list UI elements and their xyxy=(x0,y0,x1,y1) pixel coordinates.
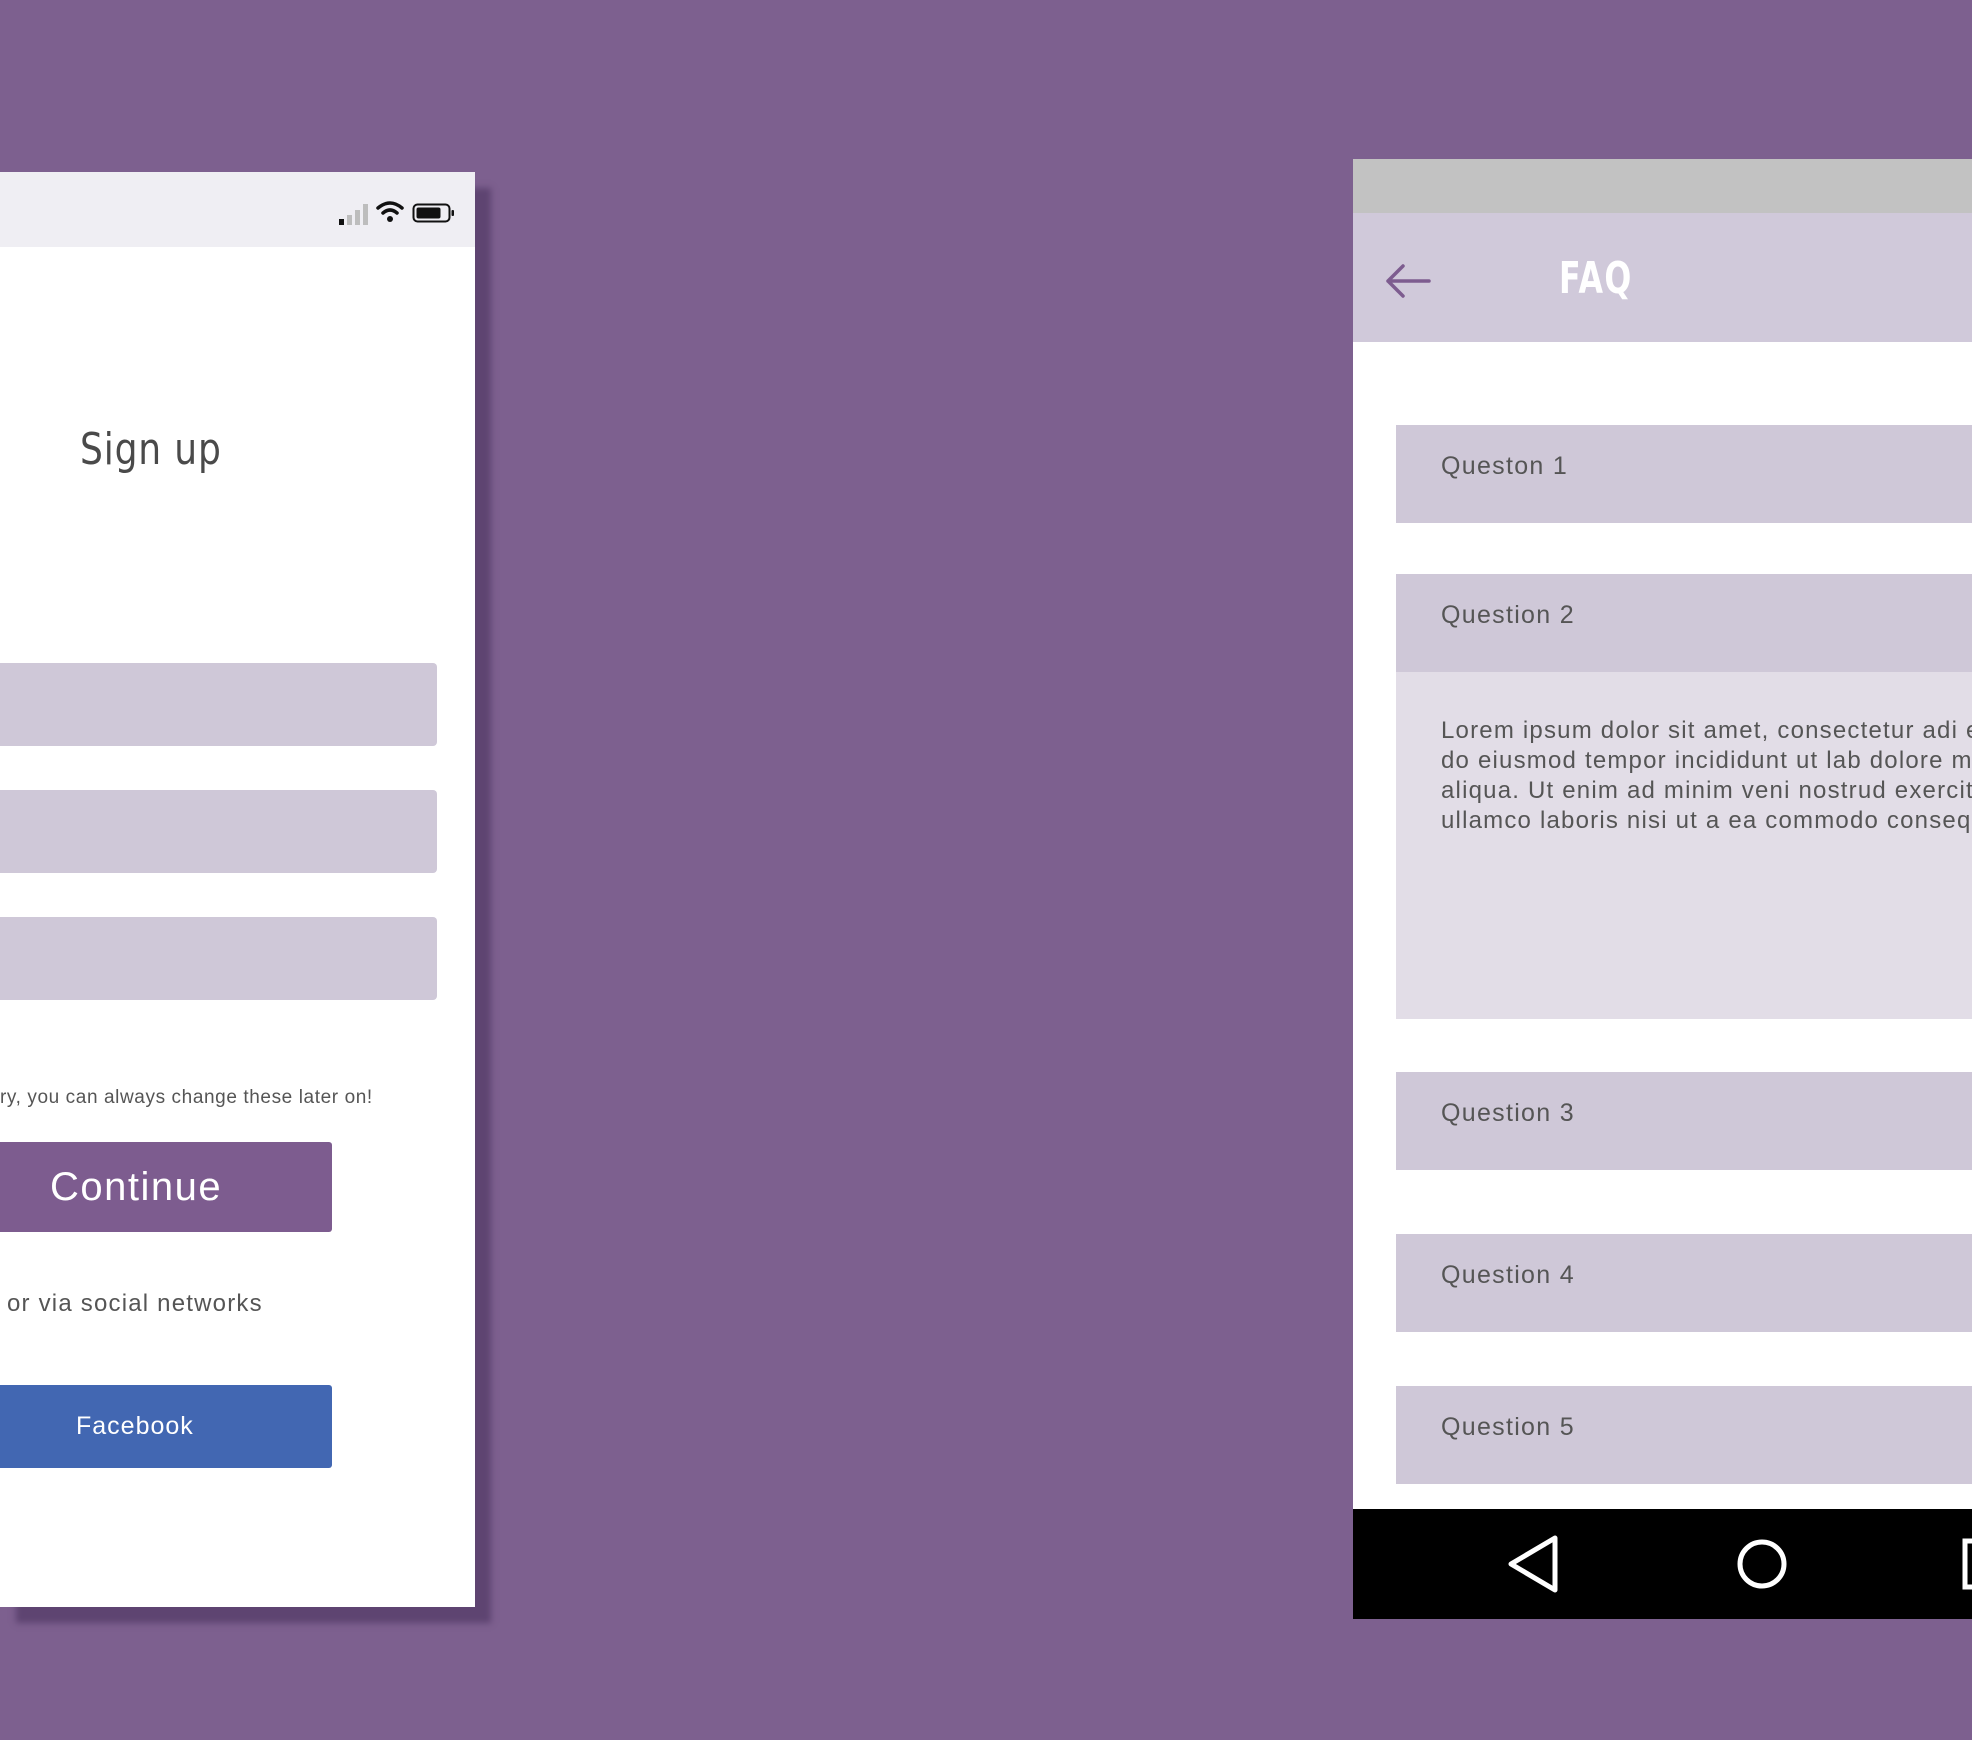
faq-question-label: Question 5 xyxy=(1441,1413,1575,1441)
signup-field-2[interactable] xyxy=(0,790,437,873)
faq-question-2[interactable]: Question 2 xyxy=(1396,574,1972,672)
faq-question-1[interactable]: Queston 1 xyxy=(1396,425,1972,523)
facebook-button[interactable]: Facebook xyxy=(0,1385,332,1468)
faq-question-4[interactable]: Question 4 xyxy=(1396,1234,1972,1332)
battery-icon xyxy=(412,203,454,223)
wifi-icon xyxy=(376,201,404,222)
continue-button[interactable]: Continue xyxy=(0,1142,332,1232)
page-title: FAQ xyxy=(1559,253,1633,304)
faq-phone: FAQ Queston 1 Question 2 Lorem ipsum dol… xyxy=(1353,159,1972,1619)
page-title: Sign up xyxy=(80,424,222,475)
nav-back-icon[interactable] xyxy=(1505,1534,1561,1594)
signal-icon xyxy=(339,204,368,225)
social-networks-label: or via social networks xyxy=(7,1290,263,1317)
mockup-canvas: Sign up ry, you can always change these … xyxy=(0,0,1972,1740)
arrow-left-icon[interactable] xyxy=(1383,261,1433,301)
faq-app-bar: FAQ xyxy=(1353,213,1972,342)
nav-recent-icon[interactable] xyxy=(1962,1538,1972,1590)
ios-status-bar xyxy=(0,172,475,247)
faq-question-label: Queston 1 xyxy=(1441,452,1569,480)
faq-question-label: Question 2 xyxy=(1441,601,1575,629)
signup-hint: ry, you can always change these later on… xyxy=(0,1087,373,1108)
faq-answer-2: Lorem ipsum dolor sit amet, consectetur … xyxy=(1396,672,1972,1019)
faq-question-label: Question 4 xyxy=(1441,1261,1575,1289)
faq-question-5[interactable]: Question 5 xyxy=(1396,1386,1972,1484)
android-nav-bar xyxy=(1353,1509,1972,1619)
faq-question-3[interactable]: Question 3 xyxy=(1396,1072,1972,1170)
faq-answer-text: Lorem ipsum dolor sit amet, consectetur … xyxy=(1441,717,1972,834)
signup-phone: Sign up ry, you can always change these … xyxy=(0,172,475,1607)
android-status-bar xyxy=(1353,159,1972,213)
faq-question-label: Question 3 xyxy=(1441,1099,1575,1127)
nav-home-icon[interactable] xyxy=(1736,1538,1788,1590)
signup-field-3[interactable] xyxy=(0,917,437,1000)
signup-field-1[interactable] xyxy=(0,663,437,746)
